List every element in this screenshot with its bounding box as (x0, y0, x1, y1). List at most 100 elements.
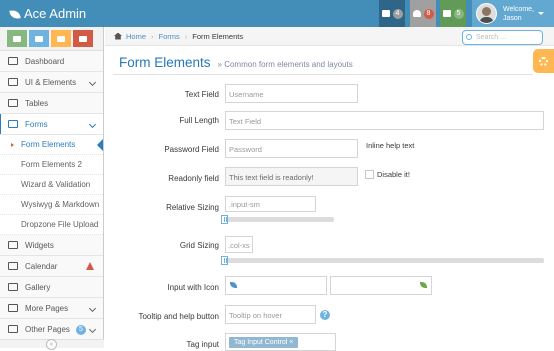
tasks-icon (381, 10, 390, 17)
desktop-icon (8, 78, 18, 86)
slider-handle[interactable] (221, 215, 228, 224)
breadcrumb-forms[interactable]: Forms (159, 32, 180, 41)
gear-icon (539, 56, 548, 66)
settings-button[interactable] (533, 49, 554, 73)
tasks-badge: 4 (392, 8, 403, 19)
disable-checkbox-label[interactable]: Disable it! (377, 170, 410, 179)
tag-icon (8, 304, 18, 312)
signal-shortcut-button[interactable] (7, 30, 27, 47)
inline-help-text: Inline help text (366, 141, 415, 150)
edit-icon (8, 120, 18, 128)
page-title: Form Elements (119, 55, 211, 70)
tag-remove-button[interactable]: × (289, 339, 293, 346)
sidebar-item-gallery[interactable]: Gallery (0, 277, 103, 298)
tooltip-input[interactable]: Tooltip on hover (225, 305, 316, 324)
user-name: Jason (503, 15, 522, 22)
icon-left-input[interactable] (225, 276, 327, 295)
forms-submenu: Form Elements Form Elements 2 Wizard & V… (0, 135, 103, 235)
chevron-down-icon (88, 78, 97, 87)
search-input[interactable]: Search ... (462, 30, 543, 45)
sidebar-item-label: Other Pages (25, 324, 70, 334)
notifications-button[interactable]: 8 (410, 0, 436, 27)
slider-handle[interactable] (221, 256, 228, 265)
password-input[interactable]: Password (225, 139, 358, 158)
avatar (476, 3, 497, 24)
submenu-item-wysiwyg-markdown[interactable]: Wysiwyg & Markdown (0, 195, 103, 215)
submenu-item-label: Form Elements 2 (21, 160, 82, 169)
messages-badge: 5 (453, 8, 464, 19)
sidebar-item-label: Forms (25, 119, 48, 129)
breadcrumb-home[interactable]: Home (126, 32, 146, 41)
help-button[interactable]: ? (320, 310, 330, 320)
brand-logo[interactable]: Ace Admin (9, 6, 87, 21)
grid-sizing-input[interactable]: .col-xs (225, 236, 253, 253)
relative-sizing-input[interactable]: .input-sm (225, 196, 316, 212)
list-icon (8, 99, 18, 107)
sidebar-item-forms[interactable]: Forms (0, 114, 103, 135)
grid-sizing-slider[interactable] (225, 258, 544, 263)
notifications-badge: 8 (423, 8, 434, 19)
navbar: Ace Admin 4 8 5 Welcome, Jason (0, 0, 554, 27)
tasks-button[interactable]: 4 (379, 0, 405, 27)
envelope-icon (442, 10, 451, 17)
submenu-item-label: Wysiwyg & Markdown (21, 200, 100, 209)
submenu-item-dropzone[interactable]: Dropzone File Upload (0, 215, 103, 235)
disable-checkbox[interactable] (365, 170, 374, 179)
submenu-item-wizard-validation[interactable]: Wizard & Validation (0, 175, 103, 195)
icon-right-input[interactable] (330, 276, 432, 295)
sidebar-item-ui-elements[interactable]: UI & Elements (0, 72, 103, 93)
breadcrumb-current: Form Elements (192, 31, 244, 41)
calendar-icon (8, 262, 18, 270)
user-menu[interactable]: Welcome, Jason (472, 0, 554, 27)
tag-chip-label: Tag Input Control (234, 339, 288, 346)
tooltip-help-label: Tooltip and help button (138, 312, 219, 321)
readonly-field-label: Readonly field (168, 174, 219, 183)
double-chevron-left-icon: « (46, 339, 57, 350)
caret-down-icon (538, 12, 544, 18)
submenu-item-form-elements-2[interactable]: Form Elements 2 (0, 155, 103, 175)
users-icon (57, 35, 65, 42)
other-pages-badge: 5 (76, 325, 86, 335)
page-header: Form Elements » Common form elements and … (119, 55, 353, 70)
submenu-item-label: Form Elements (21, 140, 76, 149)
sidebar-item-label: Gallery (25, 282, 51, 292)
password-field-label: Password Field (164, 145, 219, 154)
pencil-shortcut-button[interactable] (29, 30, 49, 47)
messages-button[interactable]: 5 (440, 0, 466, 27)
header-divider (113, 74, 533, 75)
sidebar-collapse[interactable]: « (0, 339, 104, 350)
sidebar-item-dashboard[interactable]: Dashboard (0, 51, 103, 72)
sidebar-item-other-pages[interactable]: Other Pages 5 (0, 319, 103, 340)
sidebar-item-calendar[interactable]: Calendar (0, 256, 103, 277)
sidebar: Dashboard UI & Elements Tables Forms For… (0, 27, 104, 350)
picture-icon (8, 283, 18, 291)
users-shortcut-button[interactable] (51, 30, 71, 47)
brand-name: Ace Admin (24, 6, 87, 21)
relative-sizing-label: Relative Sizing (166, 203, 219, 212)
sidebar-item-label: Tables (25, 98, 49, 108)
breadcrumb-separator: › (151, 31, 154, 41)
text-field-input[interactable]: Username (225, 84, 358, 103)
submenu-item-label: Wizard & Validation (21, 180, 91, 189)
submenu-item-form-elements[interactable]: Form Elements (0, 135, 103, 155)
pencil-icon (35, 35, 43, 42)
sidebar-item-label: UI & Elements (25, 77, 77, 87)
widgets-icon (8, 241, 18, 249)
leaf-icon (9, 9, 21, 20)
relative-sizing-slider[interactable] (225, 217, 334, 222)
warning-icon (86, 262, 94, 270)
page-subtitle: » Common form elements and layouts (217, 60, 353, 69)
sidebar-item-widgets[interactable]: Widgets (0, 235, 103, 256)
home-icon (114, 32, 122, 40)
file-icon (8, 325, 18, 333)
dashboard-icon (8, 57, 18, 65)
sidebar-item-tables[interactable]: Tables (0, 93, 103, 114)
sidebar-shortcuts (0, 27, 103, 51)
grid-sizing-label: Grid Sizing (179, 241, 219, 250)
cogs-shortcut-button[interactable] (73, 30, 93, 47)
sidebar-item-more-pages[interactable]: More Pages (0, 298, 103, 319)
readonly-input: This text field is readonly! (225, 167, 358, 186)
user-welcome: Welcome, Jason (503, 5, 534, 23)
signal-icon (13, 35, 21, 42)
full-length-input[interactable]: Text Field (225, 111, 544, 130)
